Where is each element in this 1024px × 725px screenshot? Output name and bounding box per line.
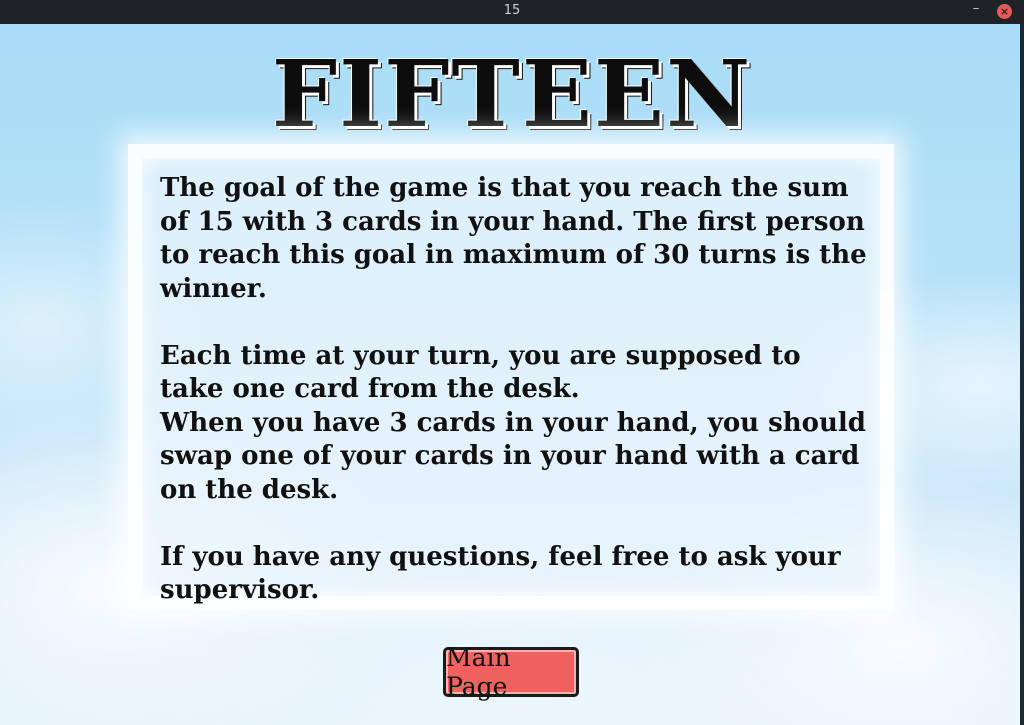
minimize-button[interactable]: – bbox=[968, 2, 984, 18]
rules-paragraph-questions: If you have any questions, feel free to … bbox=[160, 541, 841, 606]
main-page-button[interactable]: Main Page bbox=[443, 643, 579, 701]
rules-paragraph-goal: The goal of the game is that you reach t… bbox=[160, 173, 867, 304]
game-scene: FIFTEEN The goal of the game is that you… bbox=[0, 24, 1024, 725]
close-button[interactable]: × bbox=[997, 4, 1012, 19]
window-edge bbox=[1020, 24, 1024, 725]
window-title: 15 bbox=[503, 3, 521, 18]
rules-panel: The goal of the game is that you reach t… bbox=[128, 144, 894, 610]
window-titlebar: 15 – × bbox=[0, 0, 1024, 24]
rules-paragraph-turn: Each time at your turn, you are supposed… bbox=[160, 340, 801, 405]
rules-paragraph-swap: When you have 3 cards in your hand, you … bbox=[160, 407, 866, 505]
rules-text: The goal of the game is that you reach t… bbox=[160, 172, 870, 608]
game-title: FIFTEEN bbox=[271, 40, 753, 148]
